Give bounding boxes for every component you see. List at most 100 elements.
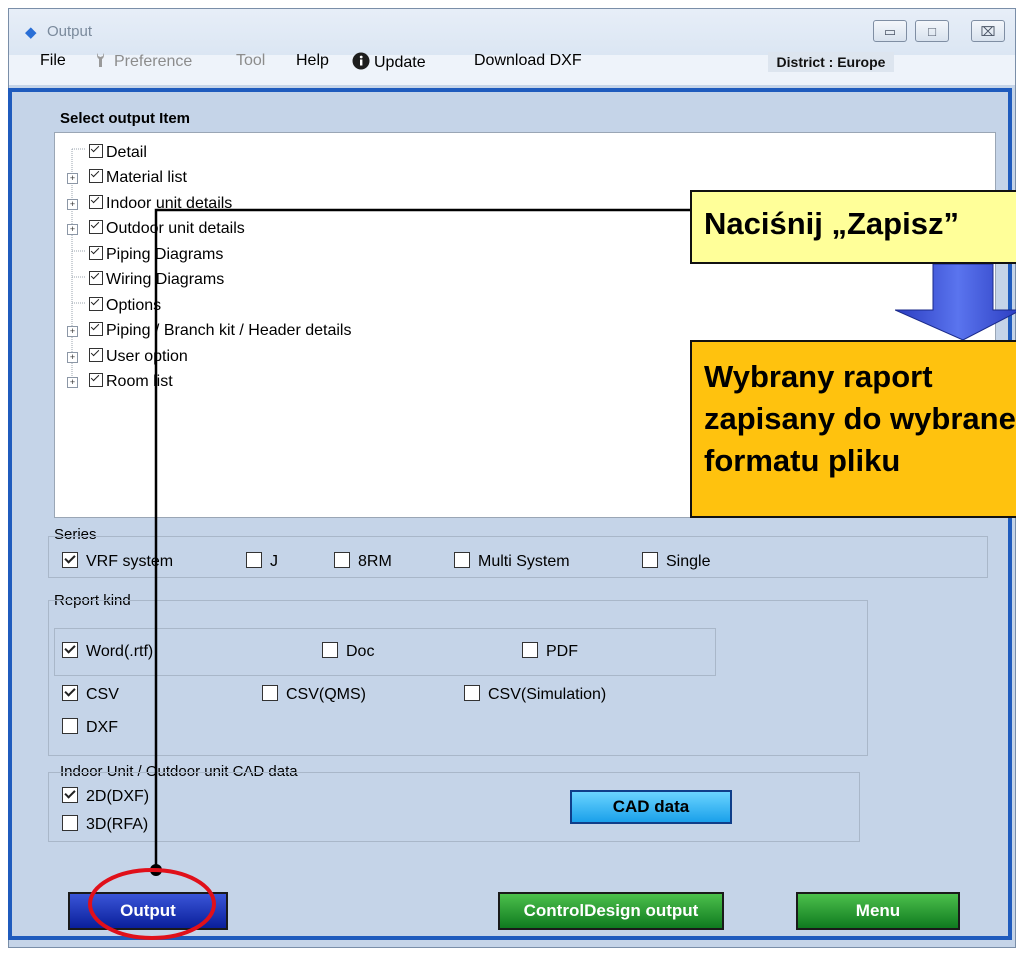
expand-plus-icon[interactable]: + [67, 224, 78, 235]
series-option[interactable]: Single [642, 551, 710, 573]
district-label: District : Europe [768, 52, 894, 72]
series-option[interactable]: 8RM [334, 551, 392, 573]
close-button[interactable]: ⌧ [971, 20, 1005, 42]
csv-simulation-option[interactable]: CSV(Simulation) [464, 684, 606, 706]
tree-item[interactable]: + Piping / Branch kit / Header details [67, 321, 352, 341]
menu-button[interactable]: Menu [796, 892, 960, 930]
csv-simulation-checkbox[interactable] [464, 685, 480, 701]
tree-item-checkbox[interactable] [89, 144, 103, 158]
csv-simulation-label: CSV(Simulation) [488, 686, 607, 703]
dxf-2d-label: 2D(DXF) [86, 788, 150, 805]
series-checkbox[interactable] [246, 552, 262, 568]
pdf-checkbox[interactable] [522, 642, 538, 658]
expand-plus-icon[interactable]: + [67, 326, 78, 337]
report-saved-line-1: Wybrany raport [704, 359, 933, 394]
tree-item[interactable]: + Indoor unit details [67, 194, 233, 214]
tree-item-label: Wiring Diagrams [106, 271, 225, 288]
tree-item[interactable]: + Outdoor unit details [67, 219, 245, 239]
doc-checkbox[interactable] [322, 642, 338, 658]
tree-item[interactable]: + Room list [67, 372, 173, 392]
expand-plus-icon[interactable]: + [67, 377, 78, 388]
series-option[interactable]: Multi System [454, 551, 570, 573]
dxf-2d-checkbox[interactable] [62, 787, 78, 803]
cad-data-group [48, 772, 860, 842]
menu-file[interactable]: File [40, 52, 66, 70]
tree-item[interactable]: Detail [89, 143, 147, 163]
pdf-label: PDF [546, 643, 578, 660]
app-diamond-icon: ◆ [25, 24, 37, 41]
tree-item-checkbox[interactable] [89, 348, 103, 362]
tree-item-checkbox[interactable] [89, 297, 103, 311]
report-saved-line-2: zapisany do wybranego [704, 401, 1016, 436]
menu-preference-label: Preference [114, 53, 193, 70]
dxf-checkbox[interactable] [62, 718, 78, 734]
tree-item-label: Material list [106, 169, 187, 186]
series-option-label: Multi System [478, 553, 570, 570]
csv-label: CSV [86, 686, 119, 703]
tree-item[interactable]: Wiring Diagrams [89, 270, 224, 290]
cad-data-button[interactable]: CAD data [570, 790, 732, 824]
tree-item-label: User option [106, 348, 188, 365]
wrench-icon [97, 53, 104, 67]
tree-item-checkbox[interactable] [89, 271, 103, 285]
info-icon [352, 52, 370, 70]
tree-item-checkbox[interactable] [89, 246, 103, 260]
dxf-2d-option[interactable]: 2D(DXF) [62, 786, 149, 808]
series-checkbox[interactable] [642, 552, 658, 568]
tree-item-label: Piping Diagrams [106, 246, 224, 263]
maximize-button[interactable]: □ [915, 20, 949, 42]
menu-preference[interactable]: Preference [94, 52, 192, 71]
word-rtf-label: Word(.rtf) [86, 643, 154, 660]
report-saved-callout: Wybrany raport zapisany do wybranego for… [690, 340, 1016, 518]
tree-item[interactable]: + User option [67, 347, 188, 367]
menu-tool[interactable]: Tool [236, 52, 265, 70]
series-option-label: VRF system [86, 553, 174, 570]
rfa-3d-option[interactable]: 3D(RFA) [62, 814, 148, 836]
tree-item-checkbox[interactable] [89, 322, 103, 336]
title-bar: ◆ Output ▭ □ ⌧ [9, 9, 1015, 55]
tree-item[interactable]: Piping Diagrams [89, 245, 223, 265]
series-option-label: 8RM [358, 553, 392, 570]
tree-item[interactable]: + Material list [67, 168, 187, 188]
series-checkbox[interactable] [454, 552, 470, 568]
csv-checkbox[interactable] [62, 685, 78, 701]
menu-download-dxf[interactable]: Download DXF [474, 52, 582, 70]
minimize-button[interactable]: ▭ [873, 20, 907, 42]
series-checkbox[interactable] [334, 552, 350, 568]
doc-label: Doc [346, 643, 375, 660]
pdf-option[interactable]: PDF [522, 641, 578, 663]
expand-plus-icon[interactable]: + [67, 173, 78, 184]
tree-item-label: Piping / Branch kit / Header details [106, 322, 352, 339]
csv-qms-checkbox[interactable] [262, 685, 278, 701]
tree-item-checkbox[interactable] [89, 195, 103, 209]
series-option-label: Single [666, 553, 711, 570]
menu-update[interactable]: Update [352, 52, 426, 72]
doc-option[interactable]: Doc [322, 641, 374, 663]
word-rtf-checkbox[interactable] [62, 642, 78, 658]
csv-qms-option[interactable]: CSV(QMS) [262, 684, 366, 706]
menu-help[interactable]: Help [296, 52, 329, 70]
series-option[interactable]: VRF system [62, 551, 173, 573]
output-button[interactable]: Output [68, 892, 228, 930]
word-rtf-option[interactable]: Word(.rtf) [62, 641, 153, 663]
tree-item-checkbox[interactable] [89, 169, 103, 183]
tree-item[interactable]: Options [89, 296, 161, 316]
dxf-option[interactable]: DXF [62, 717, 118, 739]
rfa-3d-checkbox[interactable] [62, 815, 78, 831]
csv-qms-label: CSV(QMS) [286, 686, 366, 703]
tree-item-label: Indoor unit details [106, 195, 233, 212]
control-design-output-button[interactable]: ControlDesign output [498, 892, 724, 930]
tree-item-label: Outdoor unit details [106, 220, 245, 237]
tree-item-checkbox[interactable] [89, 373, 103, 387]
expand-plus-icon[interactable]: + [67, 199, 78, 210]
tree-item-checkbox[interactable] [89, 220, 103, 234]
expand-plus-icon[interactable]: + [67, 352, 78, 363]
window-title: Output [47, 23, 93, 40]
tree-item-label: Detail [106, 144, 147, 161]
report-kind-format-group [54, 628, 716, 676]
series-option[interactable]: J [246, 551, 278, 573]
series-option-label: J [270, 553, 278, 570]
series-checkbox[interactable] [62, 552, 78, 568]
csv-option[interactable]: CSV [62, 684, 119, 706]
menu-update-label: Update [374, 54, 426, 71]
